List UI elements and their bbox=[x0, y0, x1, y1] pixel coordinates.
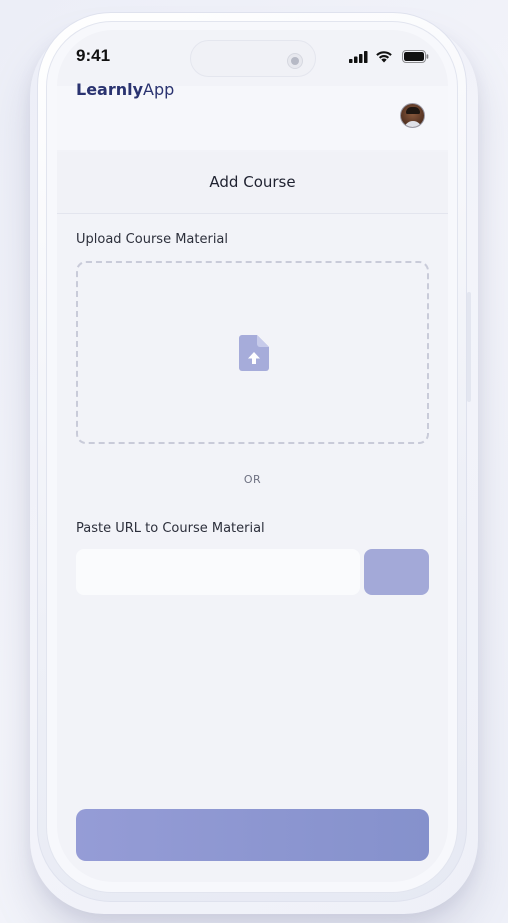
status-time: 9:41 bbox=[76, 46, 111, 65]
user-avatar[interactable] bbox=[400, 103, 425, 128]
file-upload-icon bbox=[239, 335, 269, 371]
upload-label: Upload Course Material bbox=[76, 232, 229, 247]
page-title: Add Course bbox=[209, 173, 296, 191]
status-bar: 9:41 bbox=[57, 30, 448, 86]
url-input[interactable] bbox=[76, 549, 360, 595]
or-divider: OR bbox=[243, 473, 262, 486]
upload-dropzone[interactable] bbox=[76, 261, 429, 444]
signal-icon bbox=[349, 51, 368, 63]
wifi-icon bbox=[376, 51, 392, 63]
battery-icon bbox=[402, 50, 429, 63]
url-submit-button[interactable] bbox=[364, 549, 429, 595]
logo-text-app: App bbox=[143, 80, 175, 99]
app-logo[interactable]: LearnlyApp bbox=[76, 80, 174, 99]
logo-text-learnly: Learnly bbox=[76, 80, 144, 99]
phone-side-button bbox=[467, 292, 471, 402]
add-course-button[interactable] bbox=[76, 809, 429, 861]
page-title-bar: Add Course bbox=[57, 152, 448, 214]
url-label: Paste URL to Course Material bbox=[76, 521, 265, 536]
camera-icon bbox=[287, 53, 303, 69]
phone-screen: 9:41 LearnlyApp Add Course Upload Course… bbox=[57, 30, 448, 882]
